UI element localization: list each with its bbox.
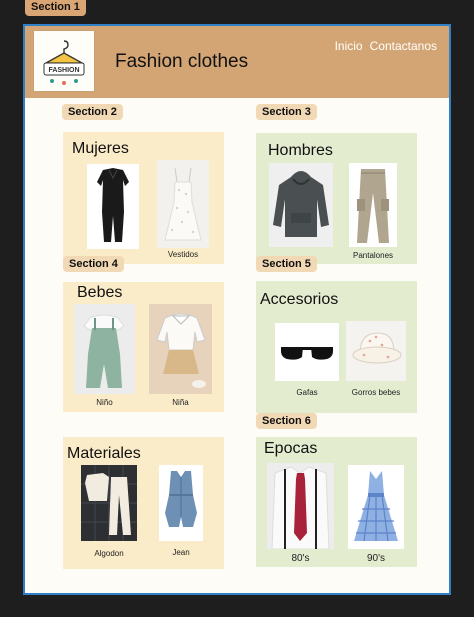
card-bebes-title: Bebes	[77, 284, 123, 301]
card-epocas[interactable]: Epocas 80's 90's	[256, 437, 417, 567]
bebes-caption-1: Niño	[96, 398, 113, 407]
card-accesorios-title: Accesorios	[260, 291, 339, 308]
card-accesorios[interactable]: Accesorios Gafas Gorros bebes	[256, 281, 417, 413]
nav-contactanos-link[interactable]: Contactanos	[370, 39, 437, 53]
card-materiales[interactable]: Materiales Algodon Jean	[63, 437, 224, 569]
design-canvas: Section 1 FASHION Fashion clothes Inicio…	[0, 0, 474, 617]
baby-girl-outfit-icon	[149, 304, 212, 394]
mujeres-image-2[interactable]	[157, 160, 209, 248]
hombres-caption-2: Pantalones	[352, 251, 394, 260]
epocas-image-1[interactable]	[267, 463, 334, 549]
nav-inicio-link[interactable]: Inicio	[335, 39, 363, 53]
accesorios-caption-2: Gorros bebes	[351, 388, 401, 397]
site-header: FASHION Fashion clothes Inicio Contactan…	[25, 26, 449, 98]
linen-set-icon	[81, 465, 137, 541]
hombres-image-2[interactable]	[349, 163, 397, 247]
mujeres-caption-2: Vestidos	[167, 250, 199, 259]
materiales-image-1[interactable]	[81, 465, 137, 541]
section-1-label: Section 1	[25, 0, 86, 16]
materiales-caption-2: Jean	[172, 548, 190, 557]
logo-text: FASHION	[48, 67, 79, 74]
eighties-shirt-tie-icon	[267, 463, 334, 549]
section-4-label: Section 4	[63, 256, 124, 272]
cargo-pants-icon	[357, 169, 389, 243]
epocas-caption-2: 90's	[366, 553, 386, 564]
hoodie-icon	[269, 163, 333, 247]
brand-logo[interactable]: FASHION	[33, 30, 95, 92]
section-6-label: Section 6	[256, 413, 317, 429]
baby-hat-icon	[346, 321, 406, 381]
accesorios-caption-1: Gafas	[296, 388, 318, 397]
card-bebes[interactable]: Bebes Niño Niña	[63, 282, 224, 412]
black-jumpsuit-icon	[97, 168, 129, 242]
card-materiales-title: Materiales	[67, 445, 141, 462]
baby-overalls-icon	[74, 304, 135, 394]
bebes-image-2[interactable]	[149, 304, 212, 394]
card-mujeres[interactable]: Mujeres Vestidos	[63, 132, 224, 264]
mujeres-image-1[interactable]	[87, 164, 139, 249]
bebes-caption-2: Niña	[172, 398, 189, 407]
card-hombres-title: Hombres	[268, 142, 333, 159]
accesorios-image-1[interactable]	[275, 323, 339, 381]
section-5-label: Section 5	[256, 256, 317, 272]
bebes-image-1[interactable]	[74, 304, 135, 394]
card-mujeres-title: Mujeres	[72, 140, 129, 157]
top-nav: Inicio Contactanos	[335, 39, 437, 53]
hanger-logo-icon: FASHION	[43, 40, 85, 85]
section-2-label: Section 2	[62, 104, 123, 120]
epocas-caption-1: 80's	[291, 553, 310, 564]
hombres-image-1[interactable]	[269, 163, 333, 247]
materiales-image-2[interactable]	[159, 465, 203, 541]
denim-romper-icon	[165, 471, 197, 527]
card-hombres[interactable]: Hombres Pantalones	[256, 133, 417, 264]
white-dress-icon	[157, 160, 209, 248]
nineties-gingham-dress-icon	[354, 471, 398, 542]
sunglasses-icon	[281, 347, 333, 360]
epocas-image-2[interactable]	[348, 465, 404, 549]
accesorios-image-2[interactable]	[346, 321, 406, 381]
brand-title: Fashion clothes	[115, 51, 249, 72]
materiales-caption-1: Algodon	[94, 549, 124, 558]
card-epocas-title: Epocas	[264, 440, 318, 457]
section-3-label: Section 3	[256, 104, 317, 120]
